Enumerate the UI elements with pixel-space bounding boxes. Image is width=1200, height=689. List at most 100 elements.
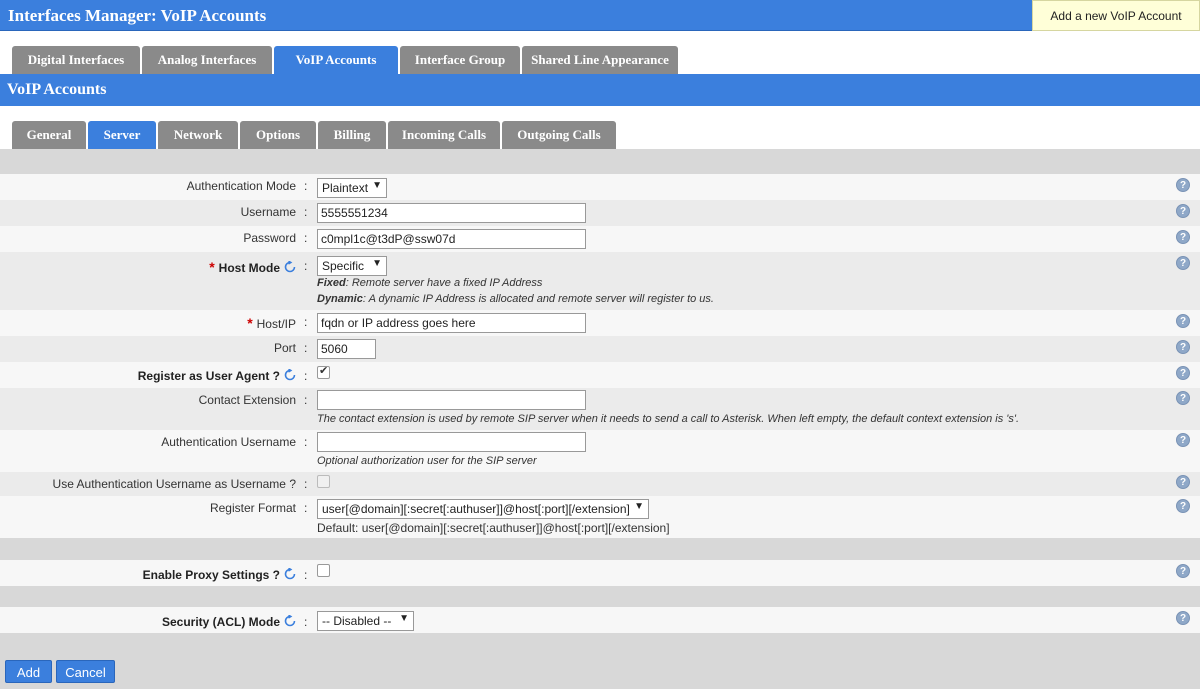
chevron-down-icon: ▼ [634,501,644,512]
tab-billing[interactable]: Billing [318,121,386,149]
username-label: Username [240,205,296,219]
auth-mode-value: Plaintext [322,181,369,195]
refresh-icon [284,615,296,627]
username-input[interactable]: 5555551234 [317,203,586,223]
enable-proxy-checkbox[interactable] [317,564,330,577]
auth-username-label: Authentication Username [161,435,296,449]
help-icon[interactable]: ? [1176,204,1190,218]
help-icon[interactable]: ? [1176,178,1190,192]
contact-extension-label: Contact Extension [198,393,296,407]
auth-username-input[interactable] [317,432,586,452]
tab-interface-group[interactable]: Interface Group [400,46,520,74]
contact-extension-hint: The contact extension is used by remote … [317,413,1020,425]
tab-network[interactable]: Network [158,121,238,149]
section-title: VoIP Accounts [7,81,107,98]
tab-incoming-calls[interactable]: Incoming Calls [388,121,500,149]
register-ua-label: Register as User Agent ? [138,369,296,383]
chevron-down-icon: ▼ [372,180,382,191]
row-register-ua: Register as User Agent ? : ? [0,362,1200,388]
chevron-down-icon: ▼ [399,613,409,624]
port-label: Port [273,341,296,355]
title-bar: Interfaces Manager: VoIP Accounts [0,0,1200,31]
tab-voip-accounts[interactable]: VoIP Accounts [274,46,398,74]
footer-bar [0,633,1200,689]
add-button[interactable]: Add [5,660,52,683]
cancel-button[interactable]: Cancel [56,660,115,683]
colon: : [304,477,308,491]
help-icon[interactable]: ? [1176,391,1190,405]
host-mode-dynamic-hint: Dynamic: A dynamic IP Address is allocat… [317,293,714,305]
register-format-default: Default: user[@domain][:secret[:authuser… [317,521,670,535]
required-icon: * [209,259,215,275]
help-icon[interactable]: ? [1176,499,1190,513]
help-icon[interactable]: ? [1176,433,1190,447]
enable-proxy-label: Enable Proxy Settings ? [143,568,296,582]
help-icon[interactable]: ? [1176,475,1190,489]
row-port: Port : 5060 ? [0,336,1200,362]
help-icon[interactable]: ? [1176,564,1190,578]
help-icon[interactable]: ? [1176,366,1190,380]
register-format-value: user[@domain][:secret[:authuser]]@host[:… [322,502,630,516]
refresh-icon [284,369,296,381]
row-enable-proxy: Enable Proxy Settings ? : ? [0,560,1200,586]
page-title: Interfaces Manager: VoIP Accounts [8,6,267,25]
row-contact-extension: Contact Extension : The contact extensio… [0,388,1200,430]
refresh-icon [284,261,296,273]
row-host-mode: * Host Mode : Specific ▼ Fixed: Remote se… [0,252,1200,310]
auth-username-hint: Optional authorization user for the SIP … [317,455,537,467]
colon: : [304,615,308,629]
use-auth-as-username-label: Use Authentication Username as Username … [52,477,296,491]
help-icon[interactable]: ? [1176,611,1190,625]
colon: : [304,568,308,582]
help-icon[interactable]: ? [1176,340,1190,354]
tab-digital-interfaces[interactable]: Digital Interfaces [12,46,140,74]
use-auth-as-username-checkbox[interactable] [317,475,330,488]
refresh-icon [284,568,296,580]
row-username: Username : 5555551234 ? [0,200,1200,226]
register-format-label: Register Format [209,501,296,515]
row-use-auth-as-username: Use Authentication Username as Username … [0,472,1200,496]
add-voip-account-button[interactable]: Add a new VoIP Account [1032,0,1200,31]
row-host-ip: * Host/IP : fqdn or IP address goes here … [0,310,1200,336]
colon: : [304,205,308,219]
contact-extension-input[interactable] [317,390,586,410]
tab-outgoing-calls[interactable]: Outgoing Calls [502,121,616,149]
colon: : [304,341,308,355]
colon: : [304,315,308,329]
row-security-acl: Security (ACL) Mode : -- Disabled -- ▼ ? [0,607,1200,633]
security-acl-select[interactable]: -- Disabled -- ▼ [317,611,414,631]
tab-general[interactable]: General [12,121,86,149]
tab-options[interactable]: Options [240,121,316,149]
row-auth-mode: Authentication Mode : Plaintext ▼ ? [0,174,1200,200]
password-label: Password [243,231,296,245]
divider [0,538,1200,560]
password-input[interactable]: c0mpl1c@t3dP@ssw07d [317,229,586,249]
help-icon[interactable]: ? [1176,256,1190,270]
security-acl-value: -- Disabled -- [322,614,392,628]
host-ip-input[interactable]: fqdn or IP address goes here [317,313,586,333]
chevron-down-icon: ▼ [372,258,382,269]
tab-analog-interfaces[interactable]: Analog Interfaces [142,46,272,74]
help-icon[interactable]: ? [1176,314,1190,328]
register-format-select[interactable]: user[@domain][:secret[:authuser]]@host[:… [317,499,649,519]
tab-server[interactable]: Server [88,121,156,149]
register-ua-checkbox[interactable] [317,364,330,379]
host-mode-value: Specific [322,259,365,273]
auth-mode-select[interactable]: Plaintext ▼ [317,178,387,198]
divider [0,586,1200,607]
host-mode-select[interactable]: Specific ▼ [317,256,387,276]
section-header: VoIP Accounts [0,74,1200,106]
colon: : [304,259,308,273]
security-acl-label: Security (ACL) Mode [162,615,296,629]
row-register-format: Register Format : user[@domain][:secret[… [0,496,1200,538]
help-icon[interactable]: ? [1176,230,1190,244]
port-input[interactable]: 5060 [317,339,376,359]
row-password: Password : c0mpl1c@t3dP@ssw07d ? [0,226,1200,252]
host-mode-fixed-hint: Fixed: Remote server have a fixed IP Add… [317,277,543,289]
required-icon: * [247,315,253,331]
tab-shared-line-appearance[interactable]: Shared Line Appearance [522,46,678,74]
host-ip-label: * Host/IP [247,315,296,331]
colon: : [304,435,308,449]
host-mode-label: * Host Mode [209,259,296,275]
colon: : [304,179,308,193]
